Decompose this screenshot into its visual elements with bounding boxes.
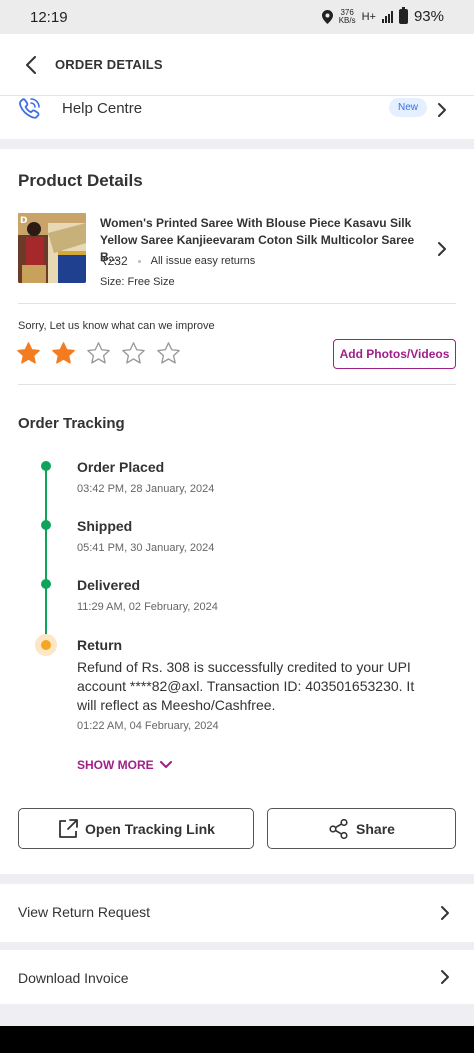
new-badge: New — [389, 98, 428, 117]
star-filled-icon[interactable] — [16, 341, 41, 366]
network-type: H+ — [361, 10, 376, 23]
page-title: ORDER DETAILS — [55, 57, 163, 72]
help-centre-label: Help Centre — [62, 100, 143, 117]
open-tracking-label: Open Tracking Link — [85, 820, 215, 837]
chevron-right-icon — [441, 970, 449, 984]
star-empty-icon[interactable] — [156, 341, 181, 366]
show-more-button[interactable]: SHOW MORE — [77, 758, 172, 772]
timeline-dot-placed — [41, 461, 51, 471]
chevron-down-icon — [159, 761, 172, 768]
svg-text:D: D — [20, 216, 27, 226]
external-link-icon — [59, 818, 78, 838]
product-details-title: Product Details — [18, 171, 143, 190]
chevron-right-icon[interactable] — [437, 241, 447, 257]
section-gap — [0, 1004, 474, 1026]
timeline-dot-delivered — [41, 579, 51, 589]
step-desc-return: Refund of Rs. 308 is successfully credit… — [77, 659, 415, 713]
divider — [18, 384, 456, 385]
timeline-line — [45, 466, 47, 644]
step-time-return: 01:22 AM, 04 February, 2024 — [77, 720, 219, 732]
step-title-return: Return — [77, 637, 123, 653]
back-button[interactable] — [18, 52, 44, 78]
chevron-left-icon — [26, 56, 36, 74]
battery-icon — [398, 7, 408, 24]
rating-stars[interactable] — [16, 341, 181, 366]
system-nav-bar — [0, 1026, 474, 1053]
battery-level: 93% — [413, 8, 444, 25]
product-price: ₹232 — [100, 254, 128, 268]
view-return-request-row[interactable]: View Return Request — [0, 884, 474, 942]
step-time-shipped: 05:41 PM, 30 January, 2024 — [77, 542, 215, 554]
product-thumbnail[interactable]: D — [18, 213, 86, 283]
price-row: ₹232 All issue easy returns — [100, 254, 255, 268]
status-time: 12:19 — [30, 9, 68, 26]
download-invoice-label: Download Invoice — [18, 970, 129, 986]
download-invoice-row[interactable]: Download Invoice — [0, 950, 474, 1004]
net-speed: 376 KB/s — [338, 7, 356, 25]
help-centre-row[interactable]: Help Centre New — [0, 96, 474, 138]
star-empty-icon[interactable] — [121, 341, 146, 366]
separator-dot — [137, 259, 141, 263]
returns-policy: All issue easy returns — [150, 255, 256, 267]
share-label: Share — [356, 820, 395, 837]
app-header: ORDER DETAILS — [0, 34, 474, 96]
saree-image: D — [18, 213, 86, 283]
phone-icon — [19, 98, 40, 119]
chevron-right-icon — [438, 103, 446, 117]
section-gap — [0, 942, 474, 950]
order-tracking-title: Order Tracking — [18, 415, 125, 432]
status-icons: 376 KB/s H+ 93% — [321, 7, 444, 25]
step-title-placed: Order Placed — [77, 459, 165, 475]
location-icon — [321, 9, 333, 24]
step-time-placed: 03:42 PM, 28 January, 2024 — [77, 483, 215, 495]
product-size: Size: Free Size — [100, 276, 175, 288]
open-tracking-link-button[interactable]: Open Tracking Link — [18, 808, 254, 849]
star-empty-icon[interactable] — [86, 341, 111, 366]
divider — [18, 303, 456, 304]
timeline-dot-return — [41, 640, 51, 650]
step-time-delivered: 11:29 AM, 02 February, 2024 — [77, 601, 218, 613]
view-return-label: View Return Request — [18, 904, 151, 920]
section-gap — [0, 139, 474, 149]
star-filled-icon[interactable] — [51, 341, 76, 366]
share-icon — [329, 818, 348, 839]
status-bar: 12:19 376 KB/s H+ 93% — [0, 0, 474, 34]
section-gap — [0, 874, 474, 884]
share-button[interactable]: Share — [267, 808, 456, 849]
step-title-delivered: Delivered — [77, 577, 141, 593]
rating-prompt: Sorry, Let us know what can we improve — [18, 320, 215, 332]
step-title-shipped: Shipped — [77, 518, 133, 534]
signal-icon — [381, 10, 393, 23]
chevron-right-icon — [441, 906, 449, 920]
show-more-label: SHOW MORE — [77, 758, 154, 772]
timeline-dot-shipped — [41, 520, 51, 530]
add-photos-button[interactable]: Add Photos/Videos — [333, 339, 456, 369]
